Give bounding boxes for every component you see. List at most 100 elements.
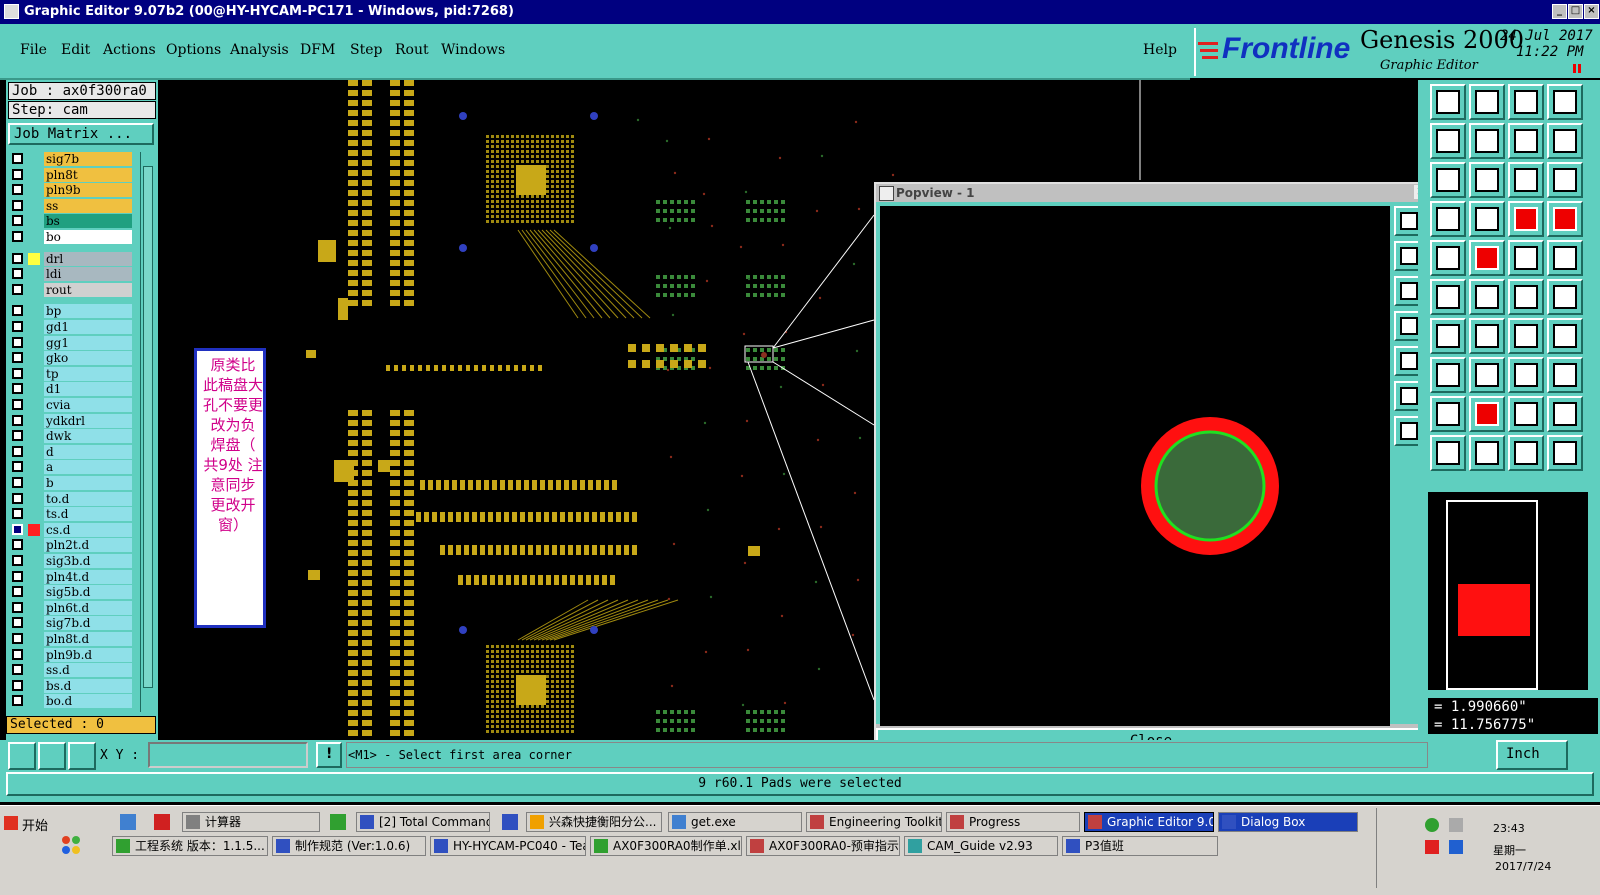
- taskbar-item[interactable]: Progress: [946, 812, 1080, 832]
- layer-checkbox[interactable]: [12, 321, 23, 332]
- menu-options[interactable]: Options: [166, 42, 221, 58]
- layer-color-swatch[interactable]: [28, 508, 40, 520]
- cut-icon[interactable]: [1469, 318, 1505, 354]
- taskbar-item[interactable]: 制作规范 (Ver:1.0.6): [272, 836, 426, 856]
- layer-checkbox[interactable]: [12, 539, 23, 551]
- layer-color-swatch[interactable]: [28, 268, 40, 280]
- taskbar-item[interactable]: 兴森快捷衡阳分公...: [526, 812, 662, 832]
- menu-help[interactable]: Help: [1143, 42, 1177, 58]
- layer-color-swatch[interactable]: [28, 477, 40, 489]
- layer-list-scrollbar[interactable]: [140, 152, 155, 712]
- menu-actions[interactable]: Actions: [103, 42, 156, 58]
- layer-row-bs-d[interactable]: bs.d: [6, 678, 146, 693]
- taskbar-item[interactable]: AX0F300RA0-预审指示....: [746, 836, 900, 856]
- layer-checkbox[interactable]: [12, 648, 23, 660]
- layer-checkbox[interactable]: [12, 679, 23, 691]
- undo-icon[interactable]: [1508, 318, 1544, 354]
- menu-edit[interactable]: Edit: [61, 42, 90, 58]
- layer-checkbox[interactable]: [12, 252, 23, 264]
- layer-color-swatch[interactable]: [28, 664, 40, 676]
- layer-row-tp[interactable]: tp: [6, 366, 146, 381]
- quicklaunch-icon[interactable]: [154, 814, 170, 830]
- help-icon[interactable]: [1547, 162, 1583, 198]
- layer-color-swatch[interactable]: [28, 399, 40, 411]
- taskbar-item[interactable]: 计算器: [182, 812, 320, 832]
- layer-row-pln9b[interactable]: pln9b: [6, 183, 146, 198]
- menu-file[interactable]: File: [20, 42, 47, 58]
- move-icon[interactable]: [1547, 279, 1583, 315]
- attach-icon[interactable]: [1508, 357, 1544, 393]
- layer-row-drl[interactable]: drl: [6, 251, 146, 266]
- layer-row-sig3b-d[interactable]: sig3b.d: [6, 554, 146, 568]
- layer-checkbox[interactable]: [12, 633, 23, 644]
- layer-checkbox[interactable]: [12, 695, 23, 707]
- layer-color-swatch[interactable]: [28, 617, 40, 629]
- taskbar-item[interactable]: Graphic Editor 9.0...: [1084, 812, 1214, 832]
- layer-row-d[interactable]: d: [6, 444, 146, 459]
- layer-checkbox[interactable]: [12, 352, 23, 364]
- layer-row-rout[interactable]: rout: [6, 282, 146, 297]
- layer-color-swatch[interactable]: [28, 461, 40, 473]
- layer-row-a[interactable]: a: [6, 460, 146, 475]
- snap-icon[interactable]: [1547, 357, 1583, 393]
- home-icon[interactable]: [1508, 84, 1544, 120]
- layer-checkbox[interactable]: [12, 199, 23, 211]
- menu-rout[interactable]: Rout: [395, 42, 429, 58]
- layer-row-dwk[interactable]: dwk: [6, 429, 146, 444]
- layer-checkbox[interactable]: [12, 184, 23, 196]
- layer-checkbox[interactable]: [12, 523, 23, 535]
- tray-antivirus-icon[interactable]: [1449, 840, 1463, 854]
- xy-input[interactable]: [148, 742, 308, 768]
- tray-network-icon[interactable]: [1425, 818, 1439, 832]
- triangle-red-icon[interactable]: [1469, 396, 1505, 432]
- layer-color-swatch[interactable]: [28, 252, 40, 265]
- select2-icon[interactable]: [1508, 435, 1544, 471]
- layer-color-swatch[interactable]: [28, 493, 40, 505]
- layer-checkbox[interactable]: [12, 399, 23, 410]
- red-layer-icon[interactable]: [1508, 201, 1544, 237]
- layer-checkbox[interactable]: [12, 367, 23, 379]
- quicklaunch-icon[interactable]: [120, 814, 136, 830]
- grid-icon[interactable]: [68, 742, 96, 770]
- zoom-fit-icon[interactable]: [1469, 84, 1505, 120]
- select3-icon[interactable]: [1547, 435, 1583, 471]
- quicklaunch-icon[interactable]: [62, 836, 82, 856]
- layer-row-pln4t-d[interactable]: pln4t.d: [6, 569, 146, 584]
- layer-row-pln8t-d[interactable]: pln8t.d: [6, 632, 146, 646]
- alert-icon[interactable]: !: [316, 742, 342, 768]
- taskbar-item[interactable]: Dialog Box: [1218, 812, 1358, 832]
- layer-row-gg1[interactable]: gg1: [6, 335, 146, 350]
- layer-row-gd1[interactable]: gd1: [6, 320, 146, 334]
- zoom-area-icon[interactable]: [8, 742, 36, 770]
- layer-checkbox[interactable]: [12, 336, 23, 348]
- menu-analysis[interactable]: Analysis: [230, 42, 289, 58]
- layer-checkbox[interactable]: [12, 430, 23, 442]
- pan-icon[interactable]: [1508, 123, 1544, 159]
- layer-row-ldi[interactable]: ldi: [6, 267, 146, 282]
- tray-volume-icon[interactable]: [1449, 818, 1463, 832]
- triangle-blue-icon[interactable]: [1508, 396, 1544, 432]
- view-icon[interactable]: [1430, 201, 1466, 237]
- layer-color-swatch[interactable]: [28, 337, 40, 349]
- layer-color-swatch[interactable]: [28, 184, 40, 196]
- minimize-button[interactable]: _: [1552, 4, 1567, 19]
- connect-icon[interactable]: [1508, 279, 1544, 315]
- layer-checkbox[interactable]: [12, 586, 23, 598]
- layer-row-bo[interactable]: bo: [6, 230, 146, 244]
- layer-checkbox[interactable]: [12, 283, 23, 295]
- layer-color-swatch[interactable]: [28, 368, 40, 380]
- layer-row-to-d[interactable]: to.d: [6, 491, 146, 506]
- layer-checkbox[interactable]: [12, 477, 23, 488]
- layer-color-swatch[interactable]: [28, 169, 40, 181]
- layer-row-bs[interactable]: bs: [6, 214, 146, 229]
- taskbar-item[interactable]: HY-HYCAM-PC040 - Tea...: [430, 836, 586, 856]
- layer-color-swatch[interactable]: [28, 446, 40, 458]
- scale-icon[interactable]: [1508, 162, 1544, 198]
- taskbar-item[interactable]: get.exe: [668, 812, 802, 832]
- layer-row-pln6t-d[interactable]: pln6t.d: [6, 600, 146, 615]
- layer-color-swatch[interactable]: [28, 602, 40, 614]
- layer-checkbox[interactable]: [12, 215, 23, 227]
- menu-windows[interactable]: Windows: [441, 42, 505, 58]
- popview-canvas[interactable]: [880, 206, 1390, 726]
- taskbar-item[interactable]: 工程系统 版本：1.1.5...: [112, 836, 268, 856]
